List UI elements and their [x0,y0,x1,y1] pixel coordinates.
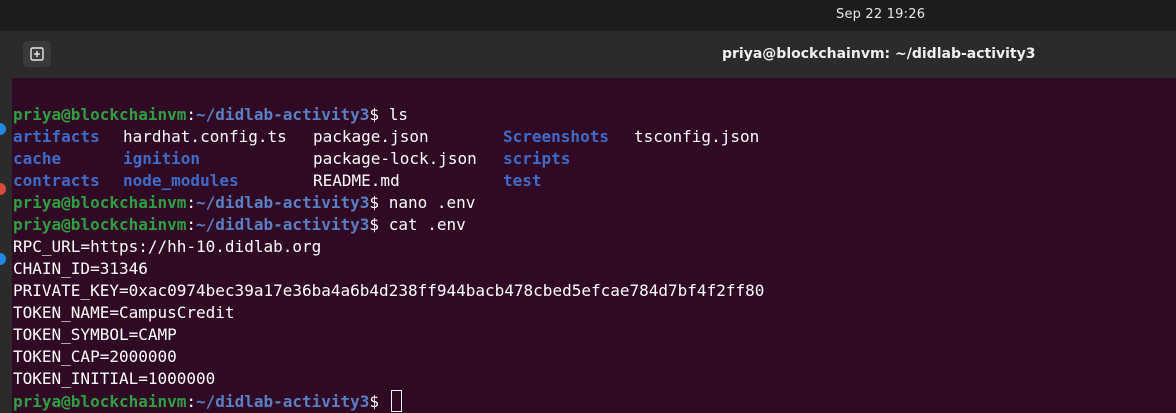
command-text: ls [388,105,408,124]
new-tab-button[interactable] [23,41,51,67]
prompt-path: ~/didlab-activity3 [196,215,370,234]
ls-file-entry: package-lock.json [313,149,477,168]
env-output-line: PRIVATE_KEY=0xac0974bec39a17e36ba4a6b4d2… [13,281,765,300]
ls-directory-entry: scripts [503,149,571,168]
env-output-line: CHAIN_ID=31346 [13,259,148,278]
prompt-line: priya@blockchainvm:~/didlab-activity3$ [13,390,1173,412]
dock-app-icon[interactable] [0,123,6,135]
ls-directory-entry: artifacts [13,127,100,146]
prompt-user-host: priya@blockchainvm [13,215,187,234]
prompt-line: priya@blockchainvm:~/didlab-activity3$ c… [13,214,1173,236]
text-cursor[interactable] [390,390,402,412]
env-output-line: RPC_URL=https://hh-10.didlab.org [13,237,322,256]
window-title: priya@blockchainvm: ~/didlab-activity3 [722,46,1036,62]
ls-row: contracts node_modules README.md test [13,170,1173,192]
ls-directory-entry: node_modules [123,171,239,190]
prompt-path: ~/didlab-activity3 [196,392,370,411]
env-output-line: TOKEN_SYMBOL=CAMP [13,325,177,344]
ls-directory-entry: ignition [123,149,201,168]
prompt-separator: : [186,215,197,234]
env-output-line: TOKEN_CAP=2000000 [13,347,177,366]
prompt-separator: : [186,193,197,212]
prompt-path: ~/didlab-activity3 [196,105,370,124]
prompt-user-host: priya@blockchainvm [13,392,187,411]
ls-row: cache ignition package-lock.json scripts [13,148,1173,170]
prompt-separator: : [186,105,197,124]
ls-file-entry: hardhat.config.ts [123,127,287,146]
ls-directory-entry: contracts [13,171,100,190]
system-top-bar: Sep 22 19:26 [0,0,1176,31]
prompt-line: priya@blockchainvm:~/didlab-activity3$ l… [13,104,1173,126]
prompt-user-host: priya@blockchainvm [13,105,187,124]
command-text: cat .env [388,215,466,234]
env-output-line: TOKEN_NAME=CampusCredit [13,303,235,322]
env-output-line: TOKEN_INITIAL=1000000 [13,369,216,388]
ls-file-entry: package.json [313,127,429,146]
prompt-symbol: $ [369,105,389,124]
command-text: nano .env [388,193,476,212]
prompt-user-host: priya@blockchainvm [13,193,187,212]
ls-directory-entry: test [503,171,542,190]
terminal-window: priya@blockchainvm: ~/didlab-activity3 p… [12,31,1176,413]
prompt-line: priya@blockchainvm:~/didlab-activity3$ n… [13,192,1173,214]
terminal-titlebar: priya@blockchainvm: ~/didlab-activity3 [12,31,1176,78]
dock-app-icon[interactable] [0,253,6,265]
ls-directory-entry: Screenshots [503,127,609,146]
ls-file-entry: README.md [313,171,400,190]
prompt-symbol: $ [369,215,389,234]
dock-app-icon[interactable] [0,183,6,195]
ls-directory-entry: cache [13,149,62,168]
terminal-output[interactable]: priya@blockchainvm:~/didlab-activity3$ l… [13,104,1173,412]
prompt-symbol: $ [369,392,389,411]
prompt-separator: : [186,392,197,411]
dock-sliver [0,31,12,413]
new-tab-icon [30,47,44,61]
system-clock[interactable]: Sep 22 19:26 [836,7,925,22]
prompt-symbol: $ [369,193,389,212]
ls-row: artifacts hardhat.config.ts package.json Sc… [13,126,1173,148]
ls-file-entry: tsconfig.json [634,127,760,146]
prompt-path: ~/didlab-activity3 [196,193,370,212]
